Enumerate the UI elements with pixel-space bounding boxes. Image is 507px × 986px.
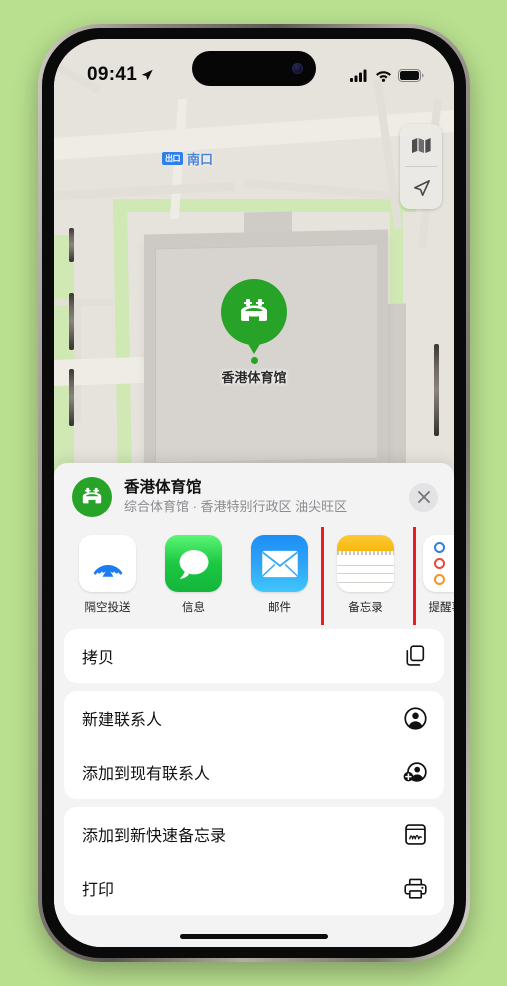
map-icon (411, 137, 431, 153)
map-layers-button[interactable] (400, 124, 442, 166)
person-add-icon (403, 760, 427, 784)
transit-badge: 出口 (162, 152, 183, 165)
locate-me-button[interactable] (400, 167, 442, 209)
road (54, 299, 114, 306)
share-app-airdrop[interactable]: 隔空投送 (76, 535, 139, 615)
road (54, 356, 145, 388)
app-label: 隔空投送 (84, 602, 131, 614)
reminder-dot-blue (434, 542, 445, 553)
phone-screen: 出口 南口 香港体育馆 09:41 香港体育馆 综合体育馆 · 香港特别行政区 … (54, 39, 454, 947)
battery-icon (398, 68, 424, 82)
power-button[interactable] (434, 344, 439, 436)
reminder-dot-red (434, 558, 445, 569)
notes-line (337, 581, 394, 583)
share-app-reminders[interactable]: 提醒事项 (420, 535, 454, 615)
home-indicator[interactable] (180, 934, 328, 939)
quick-note-icon (403, 822, 427, 846)
phone-bezel: 出口 南口 香港体育馆 09:41 香港体育馆 综合体育馆 · 香港特别行政区 … (42, 28, 466, 958)
stadium-icon (241, 299, 267, 321)
notes-lines (337, 555, 394, 592)
notes-line (337, 564, 394, 566)
notes-line (337, 573, 394, 574)
status-indicators (350, 68, 424, 82)
place-subtitle: 综合体育馆 · 香港特别行政区 油尖旺区 (124, 498, 348, 514)
park-area (116, 199, 416, 212)
map-pin-dot (250, 357, 258, 364)
action-row-add-existing-contact[interactable]: 添加到现有联系人 (64, 745, 444, 799)
copy-icon (403, 644, 427, 668)
reminder-dot-orange (434, 574, 445, 585)
app-label: 邮件 (268, 602, 291, 614)
share-app-notes[interactable]: 备忘录 (321, 527, 416, 625)
road (54, 106, 454, 162)
share-app-row[interactable]: 隔空投送 信息 邮件 备忘录 提醒 (54, 527, 454, 625)
map-controls-panel (400, 124, 442, 209)
share-sheet: 香港体育馆 综合体育馆 · 香港特别行政区 油尖旺区 隔空投送 信息 邮件 备忘… (54, 463, 454, 947)
action-row-print[interactable]: 打印 (64, 861, 444, 915)
place-avatar (72, 477, 112, 517)
action-label: 新建联系人 (82, 712, 163, 729)
app-label: 备忘录 (348, 602, 383, 614)
notes-icon (337, 535, 394, 592)
notes-header-band (337, 535, 394, 551)
action-label: 添加到新快速备忘录 (82, 828, 227, 845)
volume-down-button[interactable] (69, 369, 74, 426)
app-label: 信息 (182, 602, 205, 614)
map-pin-label: 香港体育馆 (221, 370, 287, 385)
place-title: 香港体育馆 (124, 479, 202, 497)
close-button[interactable] (409, 482, 438, 512)
stadium-icon (82, 487, 102, 504)
action-group: 添加到新快速备忘录 打印 (64, 807, 444, 915)
phone-frame: 出口 南口 香港体育馆 09:41 香港体育馆 综合体育馆 · 香港特别行政区 … (38, 24, 470, 962)
transit-label-text: 南口 (187, 152, 214, 167)
navigation-arrow-icon (413, 179, 430, 196)
status-time-text: 09:41 (87, 64, 138, 85)
close-icon (417, 491, 430, 503)
app-label: 提醒事项 (428, 602, 455, 614)
airdrop-icon (79, 535, 136, 592)
dynamic-island (192, 51, 316, 86)
airdrop-glyph (93, 564, 122, 577)
envelope-glyph (261, 550, 298, 577)
action-row-copy[interactable]: 拷贝 (64, 629, 444, 683)
place-titles: 香港体育馆 综合体育馆 · 香港特别行政区 油尖旺区 (124, 478, 397, 515)
share-sheet-header: 香港体育馆 综合体育馆 · 香港特别行政区 油尖旺区 (54, 463, 454, 527)
messages-icon (165, 535, 222, 592)
share-app-messages[interactable]: 信息 (162, 535, 225, 615)
printer-icon (403, 876, 427, 900)
person-circle-icon (403, 706, 427, 730)
map-pin-group[interactable]: 香港体育馆 (221, 279, 287, 386)
cellular-bars-icon (350, 69, 367, 82)
mail-icon (251, 535, 308, 592)
location-arrow-icon (141, 69, 153, 81)
action-label: 打印 (82, 882, 115, 899)
transit-entrance-label[interactable]: 出口 南口 (162, 149, 213, 168)
action-label: 添加到现有联系人 (82, 766, 211, 783)
map-pin[interactable] (221, 279, 287, 345)
action-group: 拷贝 (64, 629, 444, 683)
action-row-new-quick-note[interactable]: 添加到新快速备忘录 (64, 807, 444, 861)
share-action-list: 拷贝 新建联系人 添加到现有联系人 添加到新快速备忘录 打印 (54, 625, 454, 915)
action-row-new-contact[interactable]: 新建联系人 (64, 691, 444, 745)
wifi-icon (376, 70, 391, 82)
action-group: 新建联系人 添加到现有联系人 (64, 691, 444, 799)
action-button[interactable] (69, 228, 74, 262)
front-camera-icon (292, 63, 303, 74)
share-app-mail[interactable]: 邮件 (248, 535, 311, 615)
reminders-icon (423, 535, 454, 592)
action-label: 拷贝 (82, 650, 115, 667)
volume-up-button[interactable] (69, 293, 74, 350)
status-time-group: 09:41 (87, 64, 154, 86)
speech-bubble-glyph (179, 549, 208, 579)
